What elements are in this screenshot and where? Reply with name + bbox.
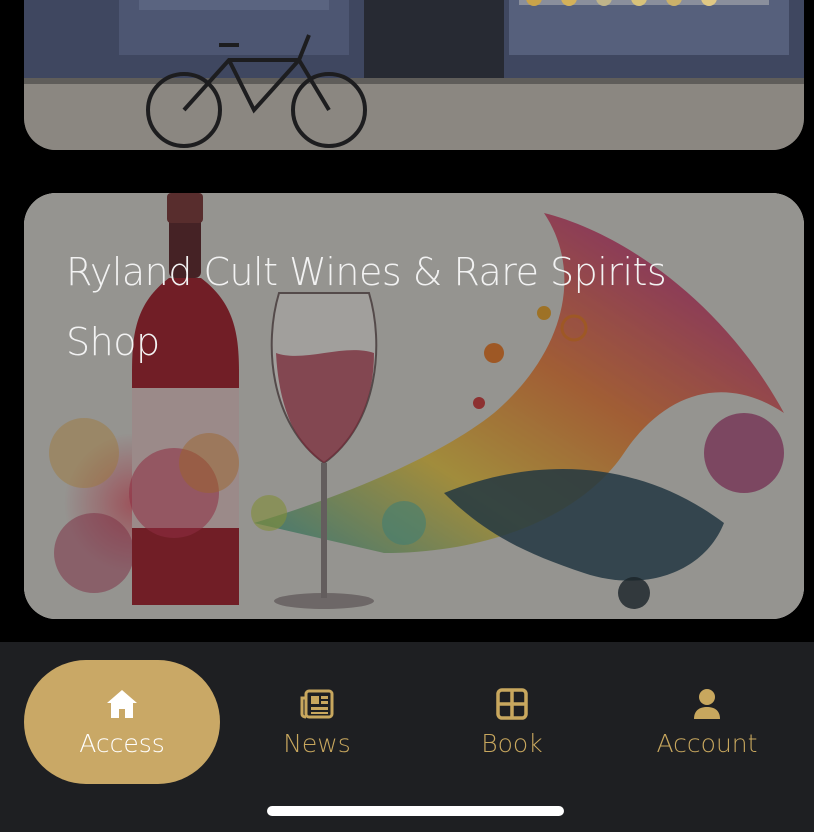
shop-card-title: Ryland Cult Wines & Rare Spirits Shop: [66, 237, 766, 377]
nav-label-book: Book: [481, 728, 543, 758]
grid-icon: [495, 687, 529, 721]
nav-item-news[interactable]: News: [219, 660, 415, 784]
app-screen: Ryland Cult Wines & Rare Spirits Shop Ac…: [0, 0, 814, 832]
home-icon: [105, 687, 139, 721]
storefront-card[interactable]: [24, 0, 804, 150]
shop-card-title-line2: Shop: [66, 320, 160, 364]
nav-label-account: Account: [656, 728, 758, 758]
home-indicator[interactable]: [267, 806, 564, 816]
shop-card-title-line1: Ryland Cult Wines & Rare Spirits: [66, 250, 667, 294]
nav-item-book[interactable]: Book: [414, 660, 610, 784]
nav-item-account[interactable]: Account: [609, 660, 805, 784]
person-icon: [690, 687, 724, 721]
nav-label-news: News: [283, 728, 351, 758]
shop-card[interactable]: Ryland Cult Wines & Rare Spirits Shop: [24, 193, 804, 619]
bottom-navigation: Access News Book Account: [0, 642, 814, 832]
nav-label-access: Access: [79, 728, 165, 758]
nav-item-access[interactable]: Access: [24, 660, 220, 784]
storefront-image: [24, 0, 804, 150]
newspaper-icon: [300, 687, 334, 721]
